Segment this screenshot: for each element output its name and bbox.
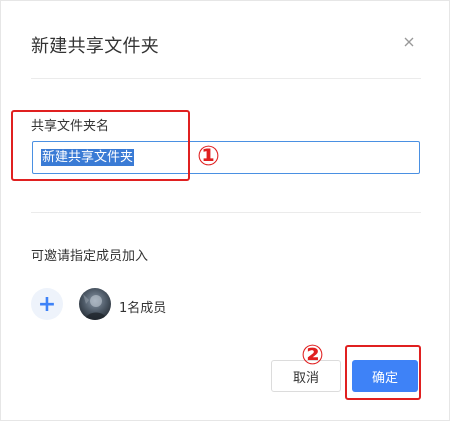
plus-icon: +	[37, 291, 57, 317]
annotation-box-2	[345, 345, 421, 400]
close-icon[interactable]	[402, 35, 416, 49]
member-count: 1名成员	[119, 301, 167, 316]
section-divider	[31, 212, 421, 213]
avatar	[79, 288, 111, 320]
invite-members-label: 可邀请指定成员加入	[31, 249, 149, 264]
annotation-marker-2: ②	[301, 340, 324, 371]
add-member-button[interactable]: +	[31, 288, 63, 320]
dialog-title: 新建共享文件夹	[31, 36, 160, 57]
header-divider	[31, 78, 421, 79]
annotation-marker-1: ①	[197, 141, 220, 172]
annotation-box-1	[11, 110, 190, 181]
